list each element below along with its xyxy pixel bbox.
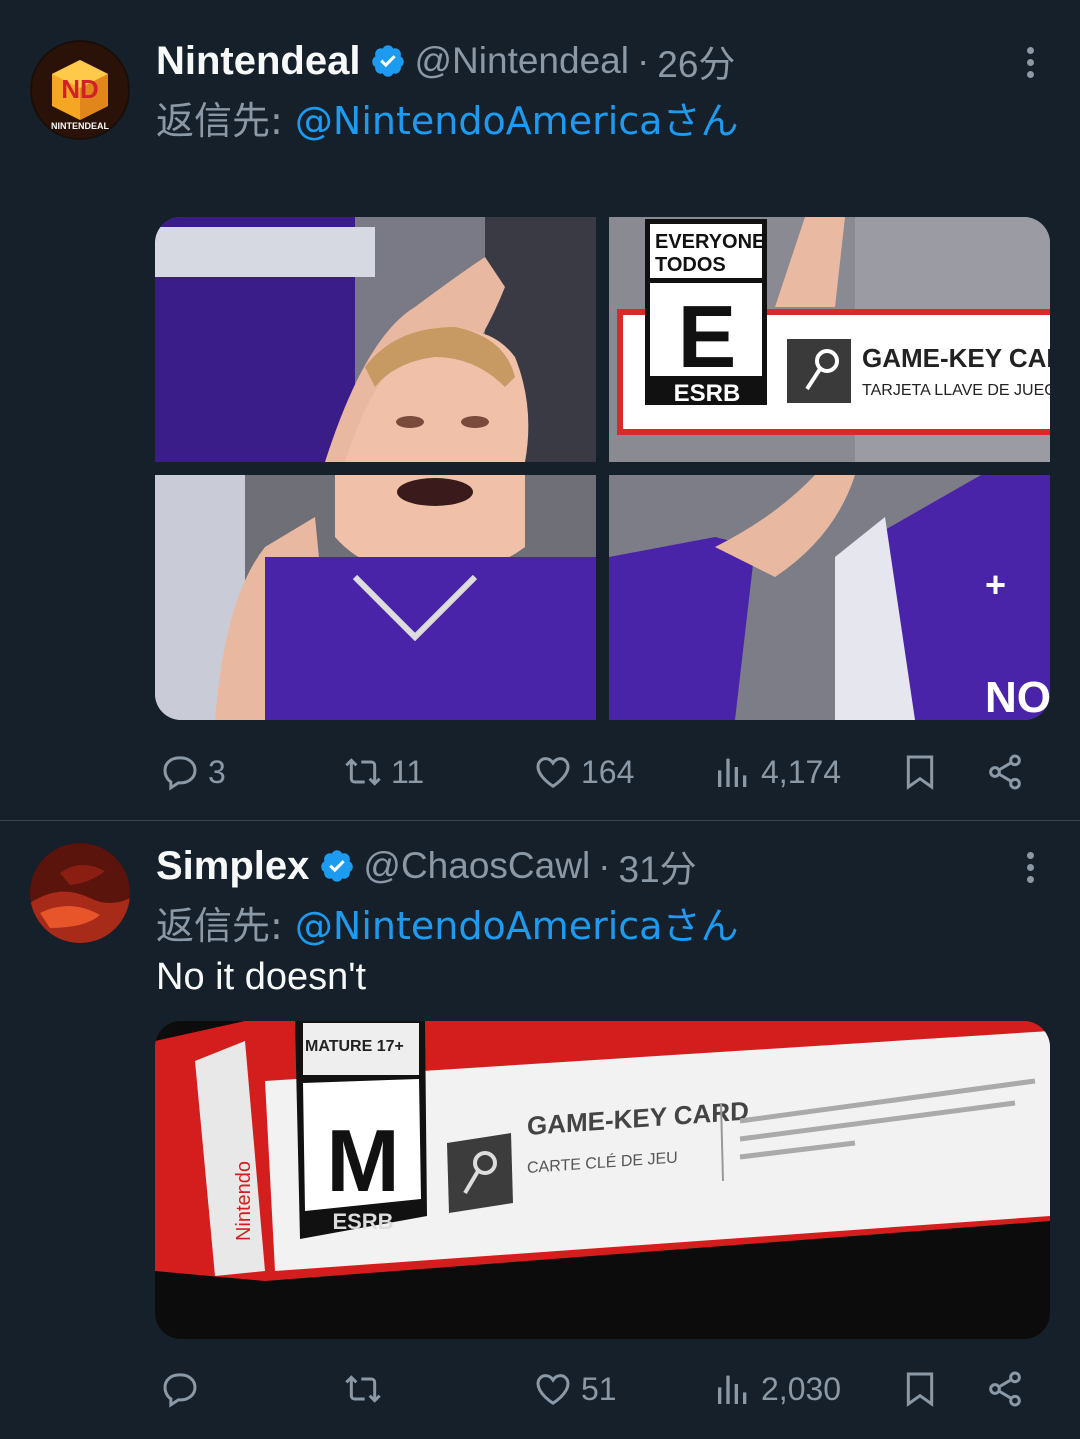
views-button[interactable]: 2,030 <box>713 1359 841 1419</box>
svg-text:+: + <box>985 564 1006 605</box>
media-image-1[interactable] <box>155 217 596 462</box>
handle[interactable]: @ChaosCawl <box>363 845 590 887</box>
svg-text:TARJETA LLAVE DE JUEGO: TARJETA LLAVE DE JUEGO <box>862 382 1050 399</box>
svg-text:GAME-KEY CARD: GAME-KEY CARD <box>862 343 1050 373</box>
svg-text:M: M <box>326 1111 399 1210</box>
retweet-icon <box>345 758 381 786</box>
tweet-nintendeal[interactable]: ND NINTENDEAL Nintendeal @Nintendeal · 2… <box>0 0 1080 821</box>
svg-text:TODOS: TODOS <box>655 254 726 276</box>
retweet-icon <box>345 1375 381 1403</box>
separator: · <box>598 845 611 886</box>
like-button[interactable]: 51 <box>533 1359 617 1419</box>
reply-button[interactable]: 3 <box>160 742 226 802</box>
tweet-text: No it doesn't <box>156 956 367 998</box>
verified-icon <box>321 850 354 882</box>
reply-icon <box>163 756 197 791</box>
views-icon <box>718 1375 747 1404</box>
media-image-4[interactable]: + NOR <box>609 467 1050 720</box>
svg-text:NOR: NOR <box>985 673 1050 720</box>
reply-prefix: 返信先: <box>156 99 295 143</box>
media-image-2[interactable]: EVERYONE TODOS E ESRB GAME-KEY CARD TARJ… <box>609 217 1050 462</box>
like-icon <box>536 1374 570 1405</box>
share-icon <box>989 754 1021 790</box>
retweet-button[interactable] <box>343 1359 391 1419</box>
retweet-count: 11 <box>391 753 425 790</box>
media-image-3[interactable] <box>155 475 596 720</box>
retweet-button[interactable]: 11 <box>343 742 424 802</box>
like-button[interactable]: 164 <box>533 742 634 802</box>
reply-context: 返信先: @NintendoAmericaさん <box>156 90 738 145</box>
svg-text:E: E <box>678 287 737 386</box>
action-bar: 3 11 164 4,174 <box>0 742 1080 802</box>
like-count: 51 <box>581 1370 617 1407</box>
reply-mention-link[interactable]: @NintendoAmericaさん <box>295 904 739 948</box>
timestamp[interactable]: 31分 <box>619 839 697 893</box>
reply-count: 3 <box>208 753 226 790</box>
avatar[interactable] <box>30 843 130 943</box>
reply-icon <box>163 1373 197 1408</box>
svg-text:ND: ND <box>61 74 99 104</box>
svg-text:NINTENDEAL: NINTENDEAL <box>51 121 110 131</box>
more-icon[interactable] <box>1020 42 1040 82</box>
views-count: 2,030 <box>761 1370 842 1407</box>
display-name[interactable]: Simplex <box>156 844 309 889</box>
svg-text:Nintendo: Nintendo <box>233 1161 255 1241</box>
action-bar: 51 2,030 <box>0 1359 1080 1419</box>
media-grid[interactable]: EVERYONE TODOS E ESRB GAME-KEY CARD TARJ… <box>155 217 1050 720</box>
tweet-header: Nintendeal @Nintendeal · 26分 <box>156 36 735 86</box>
reply-prefix: 返信先: <box>156 904 295 948</box>
bookmark-icon <box>906 755 934 790</box>
svg-text:EVERYONE: EVERYONE <box>655 231 765 253</box>
share-button[interactable] <box>985 1359 1033 1419</box>
svg-text:ESRB: ESRB <box>332 1209 393 1234</box>
display-name[interactable]: Nintendeal <box>156 39 360 84</box>
verified-icon <box>372 45 405 77</box>
share-button[interactable] <box>985 742 1033 802</box>
reply-mention-link[interactable]: @NintendoAmericaさん <box>295 99 739 143</box>
reply-context: 返信先: @NintendoAmericaさん <box>156 895 738 950</box>
views-icon <box>718 758 747 787</box>
reply-button[interactable] <box>160 1359 208 1419</box>
media-image[interactable]: Nintendo MATURE 17+ M ESRB GAME-KEY CARD… <box>155 1021 1050 1339</box>
like-icon <box>536 757 570 788</box>
bookmark-button[interactable] <box>900 1359 948 1419</box>
views-button[interactable]: 4,174 <box>713 742 841 802</box>
handle[interactable]: @Nintendeal <box>414 40 628 82</box>
avatar[interactable]: ND NINTENDEAL <box>30 40 130 140</box>
svg-text:ESRB: ESRB <box>674 380 741 407</box>
share-icon <box>989 1371 1021 1407</box>
like-count: 164 <box>581 753 635 790</box>
bookmark-icon <box>906 1372 934 1407</box>
tweet-simplex[interactable]: Simplex @ChaosCawl · 31分 返信先: @NintendoA… <box>0 821 1080 1439</box>
bookmark-button[interactable] <box>900 742 948 802</box>
svg-text:MATURE 17+: MATURE 17+ <box>305 1038 404 1055</box>
timestamp[interactable]: 26分 <box>657 34 735 88</box>
more-icon[interactable] <box>1020 847 1040 887</box>
views-count: 4,174 <box>761 753 842 790</box>
tweet-header: Simplex @ChaosCawl · 31分 <box>156 841 697 891</box>
separator: · <box>636 40 650 81</box>
